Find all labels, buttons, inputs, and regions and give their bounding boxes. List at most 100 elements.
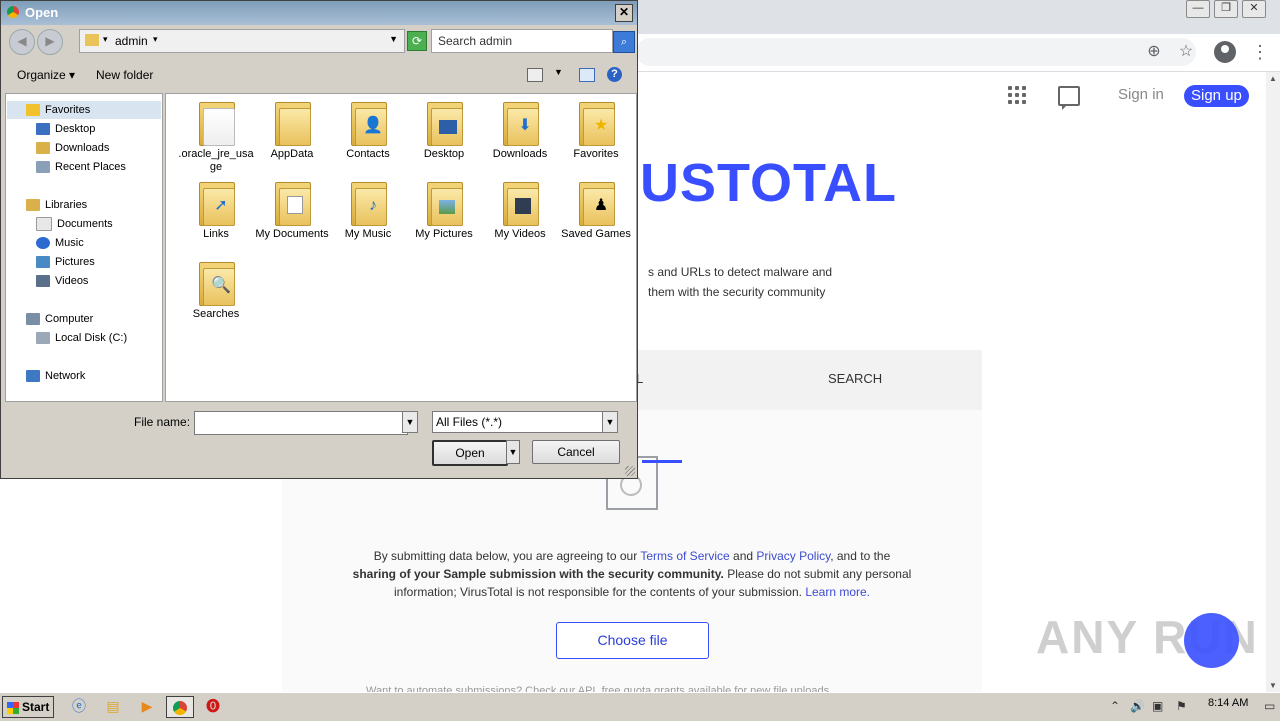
address-bar[interactable]	[636, 38, 1196, 66]
terms-text-bold: sharing of your Sample submission with t…	[352, 567, 724, 581]
chat-icon[interactable]	[1058, 86, 1080, 110]
file-item[interactable]: 🔍 Searches	[178, 260, 254, 321]
menu-icon[interactable]: ⋮	[1250, 42, 1270, 62]
file-item[interactable]: ➚ Links	[178, 180, 254, 241]
opera-icon[interactable]: ⓿	[200, 696, 226, 716]
clock[interactable]: 8:14 AM	[1208, 697, 1248, 709]
forward-button[interactable]: ▶	[37, 29, 63, 55]
file-name-input[interactable]	[194, 411, 408, 435]
nav-pictures[interactable]: Pictures	[36, 253, 95, 271]
show-hidden-icons-icon[interactable]: ⌃	[1110, 699, 1120, 713]
show-desktop-icon[interactable]: ▭	[1264, 699, 1275, 713]
windows-logo-icon	[7, 701, 19, 714]
file-type-dropdown-icon[interactable]: ▼	[602, 411, 618, 433]
resize-grip[interactable]	[625, 466, 635, 476]
volume-icon[interactable]: 🔊	[1130, 699, 1145, 713]
file-item[interactable]: ★ Favorites	[558, 100, 634, 161]
chevron-down-icon[interactable]: ▾	[103, 34, 108, 45]
file-item[interactable]: AppData	[254, 100, 330, 161]
nav-desktop[interactable]: Desktop	[36, 120, 95, 138]
file-item[interactable]: Desktop	[406, 100, 482, 161]
file-item[interactable]: ♪ My Music	[330, 180, 406, 241]
file-item[interactable]: My Pictures	[406, 180, 482, 241]
action-center-icon[interactable]: ⚑	[1176, 699, 1187, 713]
nav-downloads[interactable]: Downloads	[36, 139, 109, 157]
restore-button[interactable]: ❐	[1214, 0, 1238, 18]
nav-music[interactable]: Music	[36, 234, 84, 252]
explorer-icon[interactable]: ▤	[100, 696, 126, 716]
address-dropdown-icon[interactable]: ▼	[389, 34, 398, 44]
view-dropdown-icon[interactable]: ▼	[554, 67, 563, 77]
file-item[interactable]: My Videos	[482, 180, 558, 241]
pictures-icon	[36, 256, 50, 269]
nav-favorites[interactable]: Favorites	[26, 101, 90, 119]
cancel-button[interactable]: Cancel	[532, 440, 620, 464]
address-breadcrumb[interactable]: ▾ admin ▾ ▼	[79, 29, 405, 53]
file-item[interactable]: ⬇ Downloads	[482, 100, 558, 161]
videos-folder-icon	[501, 180, 539, 226]
choose-file-button[interactable]: Choose file	[556, 622, 709, 659]
privacy-policy-link[interactable]: Privacy Policy	[756, 549, 830, 563]
star-icon	[26, 104, 40, 117]
command-bar: Organize ▾ New folder ▼ ?	[5, 61, 635, 89]
nav-local-disk[interactable]: Local Disk (C:)	[36, 329, 127, 347]
back-button[interactable]: ◀	[9, 29, 35, 55]
dialog-close-button[interactable]: ✕	[615, 4, 633, 22]
network-tray-icon[interactable]: ▣	[1152, 699, 1163, 713]
chevron-down-icon[interactable]: ▾	[153, 34, 158, 45]
file-item[interactable]: .oracle_jre_usage	[178, 100, 254, 174]
close-window-button[interactable]: ✕	[1242, 0, 1266, 18]
nav-label: Recent Places	[55, 161, 126, 173]
star-icon[interactable]: ☆	[1176, 42, 1196, 62]
chrome-icon[interactable]	[166, 696, 194, 718]
nav-recent-places[interactable]: Recent Places	[36, 158, 126, 176]
zoom-icon[interactable]: ⊕	[1144, 42, 1164, 62]
sign-up-button[interactable]: Sign up	[1184, 85, 1249, 107]
dialog-title: Open	[25, 5, 59, 20]
start-button[interactable]: Start	[2, 696, 54, 718]
scroll-up-icon[interactable]: ▲	[1269, 74, 1277, 83]
organize-button[interactable]: Organize ▾	[17, 68, 75, 82]
help-icon[interactable]: ?	[607, 67, 622, 82]
file-item[interactable]: My Documents	[254, 180, 330, 241]
nav-documents[interactable]: Documents	[36, 215, 113, 233]
preview-pane-icon[interactable]	[579, 68, 595, 82]
terms-of-service-link[interactable]: Terms of Service	[640, 549, 729, 563]
nav-network[interactable]: Network	[26, 367, 85, 385]
ie-icon[interactable]: ⓔ	[66, 696, 92, 716]
open-split-dropdown-icon[interactable]: ▼	[506, 440, 520, 464]
file-list-pane: .oracle_jre_usage AppData 👤 Contacts Des…	[165, 93, 637, 402]
chat-bubble-button[interactable]	[1184, 613, 1239, 668]
file-item[interactable]: 👤 Contacts	[330, 100, 406, 161]
search-input[interactable]: Search admin	[431, 29, 613, 53]
organize-label: Organize	[17, 68, 66, 82]
media-player-icon[interactable]: ▶	[134, 696, 160, 716]
file-item-label: .oracle_jre_usage	[178, 148, 254, 173]
refresh-icon[interactable]: ⟳	[407, 31, 427, 51]
file-name-dropdown-icon[interactable]: ▼	[402, 411, 418, 433]
page-scrollbar[interactable]: ▲ ▼	[1266, 72, 1280, 692]
file-item-label: My Documents	[255, 228, 329, 240]
minimize-button[interactable]: —	[1186, 0, 1210, 18]
apps-grid-icon[interactable]	[1008, 86, 1028, 106]
file-type-select[interactable]: All Files (*.*)	[432, 411, 604, 433]
search-icon[interactable]: ⌕	[613, 31, 635, 53]
profile-icon[interactable]	[1214, 41, 1236, 63]
terms-text: , and to the	[830, 549, 891, 563]
nav-videos[interactable]: Videos	[36, 272, 88, 290]
change-view-icon[interactable]	[527, 68, 543, 82]
tab-search[interactable]: SEARCH	[828, 371, 882, 386]
sign-in-link[interactable]: Sign in	[1118, 86, 1164, 103]
open-button[interactable]: Open	[432, 440, 508, 466]
downloads-icon	[36, 142, 50, 155]
breadcrumb-segment[interactable]: admin	[115, 34, 148, 48]
scroll-down-icon[interactable]: ▼	[1269, 681, 1277, 690]
dialog-titlebar[interactable]: Open ✕	[1, 1, 637, 25]
drive-icon	[36, 332, 50, 345]
new-folder-button[interactable]: New folder	[96, 68, 153, 82]
nav-libraries[interactable]: Libraries	[26, 196, 87, 214]
nav-label: Local Disk (C:)	[55, 332, 128, 344]
learn-more-link[interactable]: Learn more.	[805, 585, 870, 599]
file-item[interactable]: ♟ Saved Games	[558, 180, 634, 241]
nav-computer[interactable]: Computer	[26, 310, 93, 328]
